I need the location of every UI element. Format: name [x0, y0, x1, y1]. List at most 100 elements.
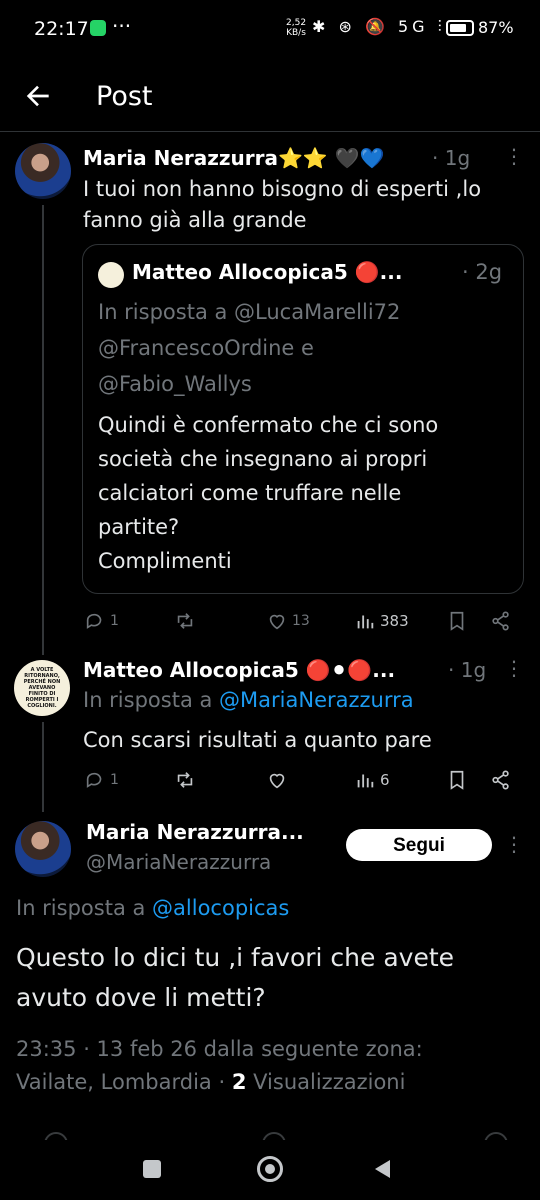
views-count: 383: [380, 612, 409, 630]
quote-text-line: calciatori come truffare nelle: [98, 481, 402, 505]
system-nav-bar: [0, 1140, 540, 1200]
more-options-icon[interactable]: ⋮: [504, 658, 524, 682]
reply-prefix: In risposta a: [16, 896, 146, 920]
quote-text: Quindi è confermato che ci sono società …: [98, 408, 438, 578]
quote-time: · 2g: [462, 260, 503, 284]
quote-text-line: Complimenti: [98, 549, 232, 573]
reply-handle-link[interactable]: @MariaNerazzurra: [219, 688, 414, 712]
reply-icon: [86, 613, 102, 629]
repost-icon: [177, 772, 193, 788]
battery-percent: 87%: [478, 18, 514, 37]
repost-button[interactable]: [174, 768, 196, 792]
speed-value: 2,52: [286, 18, 307, 28]
more-options-icon[interactable]: ⋮: [504, 834, 524, 858]
author-name[interactable]: Maria Nerazzurra...: [86, 820, 304, 844]
author-name[interactable]: Maria Nerazzurra⭐⭐ 🖤💙: [83, 146, 385, 170]
speed-unit: KB/s: [286, 28, 306, 38]
reply-info: In risposta a @allocopicas: [16, 896, 289, 920]
bookmark-button[interactable]: [446, 609, 468, 633]
quote-text-line: Quindi è confermato che ci sono: [98, 413, 439, 437]
quote-avatar: [98, 262, 124, 288]
reply-icon: [86, 772, 102, 788]
tweet-text-line: Questo lo dici tu ,i favori che avete: [16, 943, 455, 972]
status-bar: 22:17 ··· 2,52 KB/s ✱ ⊛ 🔕 5G ⫶ 87%: [0, 0, 540, 60]
reply-count: 1: [110, 772, 119, 788]
repost-button[interactable]: [174, 609, 196, 633]
status-icons: ✱ ⊛ 🔕 5G ⫶: [312, 17, 446, 36]
views-count: 6: [380, 771, 390, 789]
like-count: 13: [292, 613, 310, 629]
views-button[interactable]: 6: [354, 768, 390, 792]
views-icon: [357, 774, 374, 788]
quote-author-name: Matteo Allocopica5 🔴...: [132, 260, 403, 284]
share-icon: [492, 770, 509, 790]
quote-reply-line: In risposta a @LucaMarelli72: [98, 300, 401, 324]
tweet-actions: 1 13 383: [0, 609, 540, 633]
tweet-location-views: Vailate, Lombardia · 2 Visualizzazioni: [16, 1066, 423, 1099]
follow-button[interactable]: Segui: [346, 829, 492, 861]
heart-icon: [269, 773, 285, 789]
tweet-text-line: fanno già alla grande: [83, 208, 307, 232]
thread-line: [42, 205, 44, 655]
avatar[interactable]: [15, 143, 71, 199]
reply-prefix: In risposta a: [83, 688, 213, 712]
quote-reply-line: @Fabio_Wallys: [98, 372, 252, 396]
reply-info: In risposta a @MariaNerazzurra: [83, 688, 414, 712]
share-button[interactable]: [490, 609, 512, 633]
tweet-text: Questo lo dici tu ,i favori che avete av…: [16, 938, 454, 1018]
tweet-meta: 23:35 · 13 feb 26 dalla seguente zona: V…: [16, 1033, 423, 1099]
reply-button[interactable]: 1: [84, 609, 119, 633]
quote-text-line: società che insegnano ai propri: [98, 447, 428, 471]
header-divider: [0, 131, 540, 132]
tweet-location: Vailate, Lombardia ·: [16, 1070, 226, 1094]
quote-reply-line: @FrancescoOrdine e: [98, 336, 314, 360]
back-arrow-icon[interactable]: [22, 80, 54, 112]
reply-handle-link[interactable]: @allocopicas: [152, 896, 289, 920]
quote-text-line: partite?: [98, 515, 180, 539]
author-handle[interactable]: @MariaNerazzurra: [86, 850, 271, 874]
thread-line: [42, 722, 44, 812]
author-name[interactable]: Matteo Allocopica5 🔴⚫🔴...: [83, 658, 395, 682]
home-icon[interactable]: [257, 1156, 283, 1182]
bookmark-icon: [450, 611, 464, 631]
share-icon: [492, 611, 509, 631]
reply-icon: [44, 1132, 68, 1140]
like-button[interactable]: [266, 768, 288, 792]
page-title: Post: [96, 81, 153, 112]
avatar-text: A VOLTE RITORNANO, PERCHÉ NON AVEVANO FI…: [23, 667, 61, 709]
views-label: Visualizzazioni: [253, 1070, 406, 1094]
views-count: 2: [231, 1070, 247, 1094]
tweet-time: · 1g: [448, 658, 487, 682]
avatar[interactable]: A VOLTE RITORNANO, PERCHÉ NON AVEVANO FI…: [14, 660, 70, 716]
tweet-text: I tuoi non hanno bisogno di esperti ,lo …: [83, 174, 533, 236]
tweet-text-line: avuto dove li metti?: [16, 983, 266, 1012]
tweet-actions: 1 6: [0, 768, 540, 792]
tweet-time: · 1g: [432, 146, 471, 170]
whatsapp-icon: [90, 20, 106, 36]
share-icon: [484, 1132, 508, 1140]
bookmark-button[interactable]: [446, 768, 468, 792]
tweet-text: Con scarsi risultati a quanto pare: [83, 728, 432, 752]
repost-icon: [177, 613, 193, 629]
tweet-text-line: I tuoi non hanno bisogno di esperti ,lo: [83, 177, 482, 201]
views-icon: [357, 615, 374, 629]
heart-icon: [262, 1132, 286, 1140]
tweet-timestamp: 23:35 · 13 feb 26 dalla seguente zona:: [16, 1037, 423, 1061]
avatar[interactable]: [15, 821, 71, 877]
cutoff-actions: [0, 1128, 540, 1140]
views-button[interactable]: 383: [354, 609, 409, 633]
share-button[interactable]: [490, 768, 512, 792]
reply-button[interactable]: 1: [84, 768, 119, 792]
bookmark-icon: [450, 770, 464, 790]
recent-apps-icon[interactable]: [143, 1160, 161, 1178]
reply-count: 1: [110, 613, 119, 629]
heart-icon: [269, 614, 285, 630]
more-options-icon[interactable]: ⋮: [504, 146, 524, 170]
back-nav-icon[interactable]: [372, 1158, 392, 1184]
more-notifications-icon: ···: [112, 14, 132, 38]
like-button[interactable]: 13: [266, 609, 310, 633]
battery-icon: [446, 20, 474, 36]
network-speed: 2,52 KB/s: [286, 18, 306, 38]
quote-reply-info: In risposta a @LucaMarelli72 @FrancescoO…: [98, 294, 400, 402]
status-time: 22:17: [34, 18, 89, 40]
